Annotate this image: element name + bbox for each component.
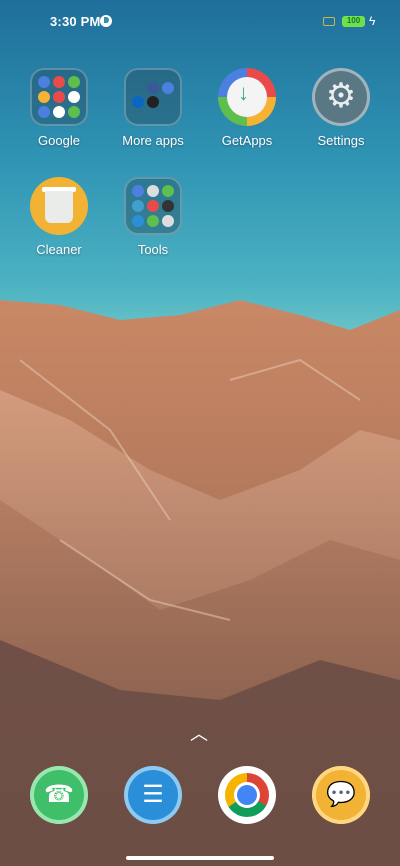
battery-level: 100	[346, 16, 361, 25]
app-label: Settings	[317, 133, 365, 148]
app-label: Tools	[137, 242, 169, 257]
app-tools-folder[interactable]: Tools	[113, 177, 193, 257]
dock-messaging[interactable]: 💬	[312, 766, 370, 824]
google-folder-icon	[30, 68, 88, 126]
app-more-apps-folder[interactable]: More apps	[113, 68, 193, 148]
app-label: Google	[38, 133, 80, 148]
dock-notes[interactable]: ☰	[124, 766, 182, 824]
app-cleaner[interactable]: Cleaner	[19, 177, 99, 257]
trash-bin-icon	[30, 177, 88, 235]
notification-app-icon	[100, 15, 112, 27]
charging-icon: ϟ	[369, 14, 376, 28]
dock-phone[interactable]: ☎	[30, 766, 88, 824]
dock-chrome[interactable]	[218, 766, 276, 824]
status-bar: 3:30 PM 100 ϟ	[0, 0, 400, 44]
clock: 3:30 PM	[50, 14, 101, 29]
more-apps-folder-icon	[124, 68, 182, 126]
gear-icon: ⚙	[312, 68, 370, 126]
home-indicator[interactable]	[126, 856, 274, 860]
app-getapps[interactable]: ↓ GetApps	[207, 68, 287, 148]
app-label: Cleaner	[36, 242, 82, 257]
tools-folder-icon	[124, 177, 182, 235]
notes-icon: ☰	[142, 781, 164, 808]
sim-icon	[323, 17, 335, 26]
app-label: GetApps	[221, 133, 273, 148]
app-label: More apps	[122, 133, 184, 148]
chevron-up-icon[interactable]: ︿	[190, 720, 208, 746]
message-icon: 💬	[326, 781, 356, 808]
phone-icon: ☎	[44, 781, 74, 808]
app-settings[interactable]: ⚙ Settings	[301, 68, 381, 148]
getapps-icon: ↓	[218, 68, 276, 126]
battery-icon: 100	[342, 16, 365, 27]
app-google-folder[interactable]: Google	[19, 68, 99, 148]
